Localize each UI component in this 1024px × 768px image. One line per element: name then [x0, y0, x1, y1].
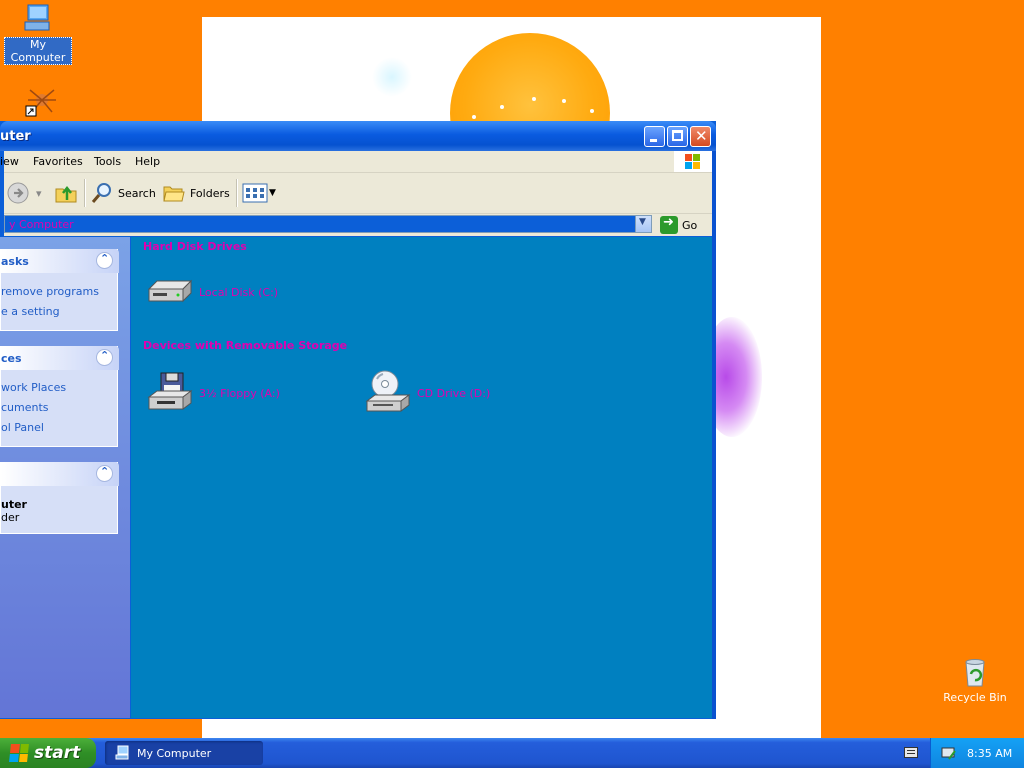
- desktop-icon-label: Recycle Bin: [943, 691, 1007, 704]
- search-icon: [91, 183, 111, 203]
- collapse-chevron-icon[interactable]: [96, 349, 113, 366]
- my-computer-icon: [115, 745, 129, 760]
- drive-item-local-disk[interactable]: Local Disk (C:): [145, 277, 278, 307]
- explorer-window: uter ✕ iew Favorites Tools Help ▾ Search…: [0, 121, 716, 719]
- details-panel: uter der: [0, 462, 119, 534]
- go-button[interactable]: ➜ Go: [660, 215, 697, 235]
- up-folder-button[interactable]: [54, 181, 78, 205]
- recycle-bin-icon: [965, 659, 985, 687]
- taskbar-button-label: My Computer: [137, 746, 212, 760]
- wallpaper-dot: [590, 109, 594, 113]
- folders-button[interactable]: Folders: [162, 181, 230, 205]
- group-header-removable-storage: Devices with Removable Storage: [143, 339, 348, 352]
- windows-flag-icon: [9, 744, 29, 762]
- folders-label: Folders: [190, 186, 230, 200]
- drive-label: 3½ Floppy (A:): [199, 386, 280, 400]
- forward-button[interactable]: ▾: [6, 181, 42, 205]
- maximize-button[interactable]: [667, 126, 688, 147]
- window-title: uter: [0, 129, 31, 144]
- desktop-icon-recycle-bin[interactable]: Recycle Bin: [940, 656, 1010, 704]
- address-input[interactable]: y Computer ▼: [4, 215, 652, 233]
- place-link-control-panel[interactable]: ol Panel: [1, 421, 44, 434]
- wallpaper-glow: [372, 57, 412, 97]
- panel-title: asks: [1, 255, 29, 268]
- collapse-chevron-icon[interactable]: [96, 252, 113, 269]
- windows-logo: [674, 151, 712, 172]
- place-link-documents[interactable]: cuments: [1, 401, 49, 414]
- views-dropdown-icon: ▼: [269, 188, 276, 198]
- folders-icon: [163, 186, 185, 202]
- menu-tools[interactable]: Tools: [94, 155, 121, 168]
- panel-header[interactable]: ces: [1, 346, 119, 370]
- menu-help[interactable]: Help: [135, 155, 160, 168]
- wallpaper-dot: [562, 99, 566, 103]
- close-button[interactable]: ✕: [690, 126, 711, 147]
- taskbar-button-my-computer[interactable]: My Computer: [105, 741, 263, 765]
- tray-update-icon[interactable]: [941, 745, 957, 761]
- close-icon: ✕: [695, 127, 708, 145]
- views-button[interactable]: ▼: [242, 181, 276, 205]
- clock[interactable]: 8:35 AM: [967, 747, 1012, 760]
- standard-toolbar: ▾ Search Folders ▼: [4, 173, 712, 214]
- my-computer-icon: [24, 4, 50, 31]
- collapse-chevron-icon[interactable]: [96, 465, 113, 482]
- group-header-hard-disk-drives: Hard Disk Drives: [143, 240, 247, 253]
- desktop-icon-label: My Computer: [4, 37, 72, 65]
- floppy-drive-icon: [147, 372, 193, 410]
- shortcut-spider-icon: [25, 89, 56, 117]
- hard-disk-icon: [147, 279, 193, 303]
- toolbar-separator: [236, 179, 238, 207]
- toolbar-separator: [84, 179, 86, 207]
- panel-header[interactable]: [1, 462, 119, 486]
- search-label: Search: [118, 186, 156, 200]
- desktop-icon-shortcut[interactable]: [20, 84, 60, 121]
- panel-header[interactable]: asks: [1, 249, 119, 273]
- maximize-icon: [672, 130, 683, 141]
- drive-label: CD Drive (D:): [417, 386, 491, 400]
- drive-item-floppy[interactable]: 3½ Floppy (A:): [145, 369, 280, 417]
- forward-dropdown-icon: ▾: [36, 186, 42, 200]
- panel-title: ces: [1, 352, 22, 365]
- start-label: start: [34, 743, 81, 763]
- up-folder-icon: [55, 185, 77, 203]
- drive-item-cd-drive[interactable]: CD Drive (D:): [363, 369, 490, 417]
- drive-label: Local Disk (C:): [199, 285, 279, 299]
- address-dropdown-button[interactable]: ▼: [635, 216, 651, 232]
- file-list-area[interactable]: Hard Disk Drives Local Disk (C:) Devices…: [131, 237, 714, 718]
- window-titlebar[interactable]: uter ✕: [0, 121, 716, 151]
- minimize-button[interactable]: [644, 126, 665, 147]
- menu-bar: iew Favorites Tools Help: [0, 151, 712, 173]
- taskbar: start My Computer 8:35 AM: [0, 738, 1024, 768]
- task-pane: asks remove programs e a setting ces wor…: [0, 237, 130, 718]
- system-tasks-panel: asks remove programs e a setting: [0, 249, 119, 331]
- place-link-network-places[interactable]: work Places: [1, 381, 66, 394]
- minimize-icon: [650, 139, 657, 142]
- cd-drive-icon: [365, 370, 411, 412]
- system-tray: 8:35 AM: [930, 738, 1024, 768]
- details-type: der: [1, 511, 20, 524]
- menu-favorites[interactable]: Favorites: [33, 155, 83, 168]
- menu-view[interactable]: iew: [0, 155, 19, 168]
- wallpaper-dot: [500, 105, 504, 109]
- wallpaper-dot: [532, 97, 536, 101]
- windows-flag-icon: [685, 154, 700, 169]
- address-value: y Computer: [9, 218, 74, 231]
- views-icon: [242, 183, 268, 203]
- address-bar: y Computer ▼ ➜ Go: [4, 214, 712, 236]
- details-name: uter: [1, 498, 27, 511]
- search-button[interactable]: Search: [90, 181, 156, 205]
- wallpaper-dot: [472, 115, 476, 119]
- desktop-icon-my-computer[interactable]: My Computer: [4, 2, 72, 65]
- task-link-add-remove-programs[interactable]: remove programs: [1, 285, 99, 298]
- other-places-panel: ces work Places cuments ol Panel: [0, 346, 119, 447]
- window-right-border: [712, 151, 716, 719]
- go-arrow-icon: ➜: [660, 215, 678, 234]
- keyboard-layout-icon[interactable]: [904, 747, 918, 758]
- chevron-down-icon: ▼: [639, 217, 646, 227]
- forward-arrow-icon: [7, 182, 29, 204]
- task-link-change-setting[interactable]: e a setting: [1, 305, 60, 318]
- go-label: Go: [682, 218, 698, 232]
- start-button[interactable]: start: [0, 738, 96, 768]
